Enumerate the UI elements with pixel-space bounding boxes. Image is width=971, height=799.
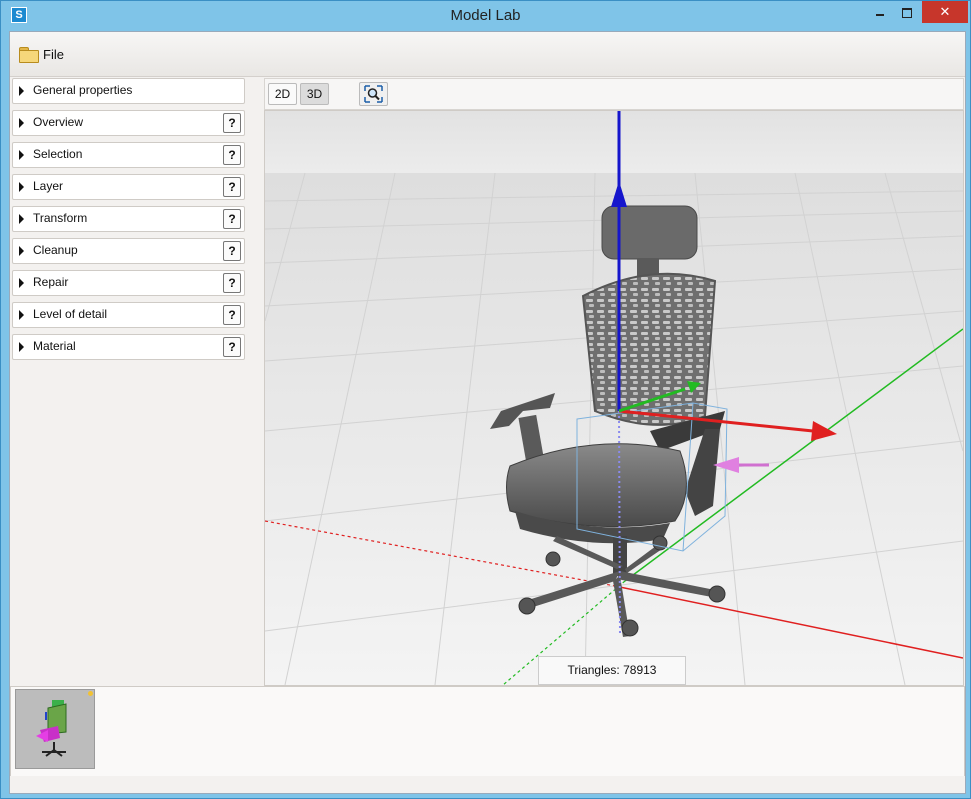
view-3d-button[interactable]: 3D [300,83,329,105]
panel-repair[interactable]: Repair ? [12,270,245,296]
client-area: File General properties Overview ? Selec… [9,31,966,794]
maximize-button[interactable] [894,1,920,23]
panel-label: Material [33,339,76,353]
panel-label: Transform [33,211,88,225]
panel-cleanup[interactable]: Cleanup ? [12,238,245,264]
zoom-extents-icon [364,85,383,103]
file-menu-label: File [43,46,64,62]
panel-label: Overview [33,115,84,129]
panel-selection[interactable]: Selection ? [12,142,245,168]
help-button[interactable]: ? [223,209,241,229]
panel-label: Level of detail [33,307,108,321]
expand-arrow-icon [19,118,24,128]
panel-layer[interactable]: Layer ? [12,174,245,200]
minimize-button[interactable] [865,1,895,23]
model-thumbnail[interactable] [15,689,95,769]
expand-arrow-icon [19,86,24,96]
expand-arrow-icon [19,246,24,256]
panel-label: General properties [33,83,133,97]
background-sky [265,111,963,173]
help-button[interactable]: ? [223,241,241,261]
panel-level-of-detail[interactable]: Level of detail ? [12,302,245,328]
title-bar[interactable]: S Model Lab ✕ [1,1,970,31]
view-2d-button[interactable]: 2D [268,83,297,105]
properties-sidebar: General properties Overview ? Selection … [10,78,250,685]
expand-arrow-icon [19,342,24,352]
viewport-canvas [265,111,963,685]
window-title: Model Lab [450,7,521,24]
panel-transform[interactable]: Transform ? [12,206,245,232]
help-button[interactable]: ? [223,305,241,325]
view-toolbar: 2D 3D [264,78,964,110]
help-button[interactable]: ? [223,145,241,165]
expand-arrow-icon [19,150,24,160]
panel-label: Cleanup [33,243,78,257]
zoom-extents-button[interactable] [359,82,388,106]
asset-bar [10,686,965,777]
panel-label: Layer [33,179,64,193]
panel-overview[interactable]: Overview ? [12,110,245,136]
expand-arrow-icon [19,214,24,224]
folder-icon [19,46,39,63]
expand-arrow-icon [19,182,24,192]
expand-arrow-icon [19,278,24,288]
maximize-icon [902,7,912,18]
expand-arrow-icon [19,310,24,320]
panel-label: Repair [33,275,69,289]
panel-general-properties[interactable]: General properties [12,78,245,104]
panel-material[interactable]: Material ? [12,334,245,360]
triangle-count-label: Triangles: 78913 [538,656,686,685]
close-button[interactable]: ✕ [922,1,968,23]
app-window: S Model Lab ✕ File General properties Ov… [0,0,971,799]
file-menu[interactable]: File [19,44,64,64]
modified-badge [88,691,93,696]
help-button[interactable]: ? [223,273,241,293]
status-strip [10,776,965,793]
office-chair-thumbnail-icon [36,700,67,757]
3d-viewport[interactable]: Triangles: 78913 [264,110,964,686]
help-button[interactable]: ? [223,177,241,197]
minimize-icon [876,13,884,16]
help-button[interactable]: ? [223,113,241,133]
panel-label: Selection [33,147,83,161]
help-button[interactable]: ? [223,337,241,357]
menu-bar: File [10,32,965,77]
